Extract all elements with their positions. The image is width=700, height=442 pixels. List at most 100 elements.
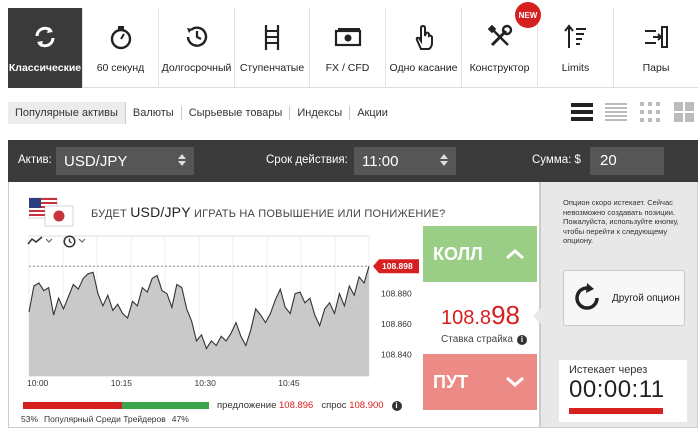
line-chart-icon: [27, 236, 43, 245]
tab-long-term[interactable]: Долгосрочный: [159, 8, 235, 88]
call-label: КОЛЛ: [433, 243, 483, 264]
bid-label: предложение: [217, 400, 277, 411]
y-tick-label: 108.860: [381, 319, 412, 329]
tab-constructor[interactable]: Конструктор NEW: [462, 2, 541, 88]
ask-label: спрос: [321, 400, 347, 411]
x-tick-label: 10:30: [195, 378, 217, 388]
select-caret-icon: [178, 154, 186, 166]
chevron-up-icon: [506, 249, 524, 260]
tab-label: 60 секунд: [96, 62, 145, 74]
strike-main: 108.8: [441, 307, 492, 329]
view-switcher: [570, 100, 696, 124]
limits-icon: [561, 22, 591, 52]
subnav-currencies[interactable]: Валюты: [126, 106, 182, 120]
y-tick-label: 108.840: [381, 350, 412, 360]
refresh-icon: [30, 22, 60, 52]
sentiment-left-pct: 53%: [21, 414, 39, 424]
tab-pairs[interactable]: Пары: [614, 8, 698, 88]
stopwatch-icon: [106, 22, 136, 52]
asset-label: Актив:: [18, 154, 52, 166]
sentiment-bar-call: [23, 402, 122, 409]
compact-list-view-icon[interactable]: [604, 100, 628, 124]
tab-fx-cfd[interactable]: FX / CFD: [310, 8, 386, 88]
strike-big: 98: [491, 300, 520, 330]
question-pair: USD/JPY: [130, 204, 191, 220]
tab-ladder[interactable]: Ступенчатые: [235, 8, 310, 88]
x-tick-label: 10:45: [278, 378, 300, 388]
amount-input[interactable]: 20: [590, 147, 664, 175]
tab-classic[interactable]: Классические: [8, 8, 83, 88]
ask-value: 108.900: [349, 400, 384, 411]
countdown-box: Истекает через 00:00:11: [559, 360, 687, 422]
strike-label: Ставка страйка: [441, 334, 513, 345]
price-chart: 108.880 108.860 108.840 10:00 10:15 10:30 10:4…: [27, 235, 419, 388]
touch-hand-icon: [409, 22, 439, 52]
tab-label: Одно касание: [389, 62, 458, 74]
sentiment-right-pct: 47%: [171, 414, 189, 424]
tab-label: Долгосрочный: [161, 62, 232, 74]
amount-label: Сумма: $: [532, 154, 581, 166]
asset-category-nav: Популярные активы Валюты Сырьевые товары…: [8, 102, 395, 124]
tab-limits[interactable]: Limits: [538, 8, 614, 88]
tab-label: Ступенчатые: [239, 62, 305, 74]
expires-label: Истекает через: [569, 364, 648, 376]
trade-question: БУДЕТ USD/JPY ИГРАТЬ НА ПОВЫШЕНИЕ ИЛИ ПО…: [91, 204, 446, 220]
sentiment-labels: 53% Популярный Среди Трейдеров 47%: [21, 414, 189, 424]
put-button[interactable]: ПУТ: [423, 354, 537, 410]
expiry-select[interactable]: 11:00: [354, 147, 456, 175]
refresh-icon: [575, 283, 599, 310]
ladder-icon: [257, 22, 287, 52]
subnav-popular[interactable]: Популярные активы: [8, 102, 126, 124]
question-prefix: БУДЕТ: [91, 208, 127, 220]
clock-icon: [63, 234, 76, 248]
trade-controls-bar: Актив: USD/JPY Срок действия: 11:00 Сумм…: [8, 140, 698, 190]
tile-view-icon[interactable]: [672, 100, 696, 124]
chart-toolbar: [27, 234, 93, 248]
list-view-icon[interactable]: [570, 100, 594, 124]
call-button[interactable]: КОЛЛ: [423, 226, 537, 282]
tab-label: Классические: [8, 62, 82, 74]
sentiment-label: Популярный Среди Трейдеров: [44, 414, 166, 424]
info-icon[interactable]: i: [391, 400, 402, 411]
subnav-commodities[interactable]: Сырьевые товары: [182, 106, 291, 120]
history-clock-icon: [182, 22, 212, 52]
tab-label: Конструктор: [469, 62, 530, 74]
trader-sentiment-bar: [23, 402, 209, 409]
expiry-panel: Опцион скоро истекает. Сейчас невозможно…: [533, 182, 698, 428]
bid-value: 108.896: [279, 400, 314, 411]
strike-price: 108.898: [441, 300, 520, 331]
asset-select[interactable]: USD/JPY: [56, 147, 194, 175]
x-tick-label: 10:00: [27, 378, 49, 388]
expiry-message: Опцион скоро истекает. Сейчас невозможно…: [563, 198, 679, 245]
strike-label-row: Ставка страйка i: [441, 334, 527, 345]
pairs-icon: [641, 22, 671, 52]
tab-one-touch[interactable]: Одно касание: [386, 8, 462, 88]
chart-type-selector[interactable]: [27, 234, 57, 248]
tab-label: Пары: [642, 62, 670, 74]
chevron-down-icon: [506, 376, 524, 387]
grid-view-icon[interactable]: [638, 100, 662, 124]
tab-label: Limits: [561, 62, 590, 74]
subnav-stocks[interactable]: Акции: [350, 106, 395, 120]
timeframe-selector[interactable]: [63, 234, 93, 248]
x-tick-label: 10:15: [111, 378, 133, 388]
subnav-indices[interactable]: Индексы: [290, 106, 351, 120]
info-icon[interactable]: i: [516, 334, 527, 345]
panel-pointer: [533, 308, 541, 324]
option-card: БУДЕТ USD/JPY ИГРАТЬ НА ПОВЫШЕНИЕ ИЛИ ПО…: [8, 182, 540, 428]
another-option-button[interactable]: Другой опцион: [563, 270, 685, 326]
sentiment-bar-put: [121, 402, 209, 409]
expiry-value: 11:00: [362, 152, 399, 170]
chevron-down-icon: [45, 238, 53, 243]
option-type-tabs: Классические 60 секунд Долгосрочный Ступ…: [8, 2, 698, 88]
tab-60-seconds[interactable]: 60 секунд: [83, 8, 159, 88]
bid-ask-row: предложение 108.896 спрос 108.900 i: [217, 400, 402, 411]
expiry-label: Срок действия:: [266, 154, 348, 166]
usd-jpy-flags-icon: [29, 197, 74, 227]
put-label: ПУТ: [433, 371, 469, 392]
banknote-icon: [333, 22, 363, 52]
tab-label: FX / CFD: [325, 62, 370, 74]
countdown-timer: 00:00:11: [569, 376, 665, 403]
countdown-progress-bar: [569, 408, 663, 414]
tools-icon: [485, 22, 515, 52]
